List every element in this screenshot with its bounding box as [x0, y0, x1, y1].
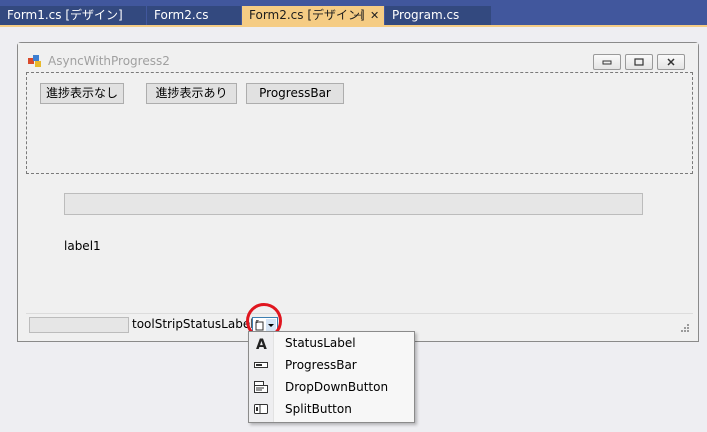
tab-form2-design[interactable]: Form2.cs [デザイン] ⊣ ✕ [242, 6, 384, 25]
menu-item-dropdown-button[interactable]: DropDownButton [249, 376, 414, 398]
add-item-menu: A StatusLabel ProgressBar DropDownButton… [248, 331, 415, 423]
status-progress-bar[interactable] [29, 317, 129, 333]
tab-label: Form2.cs [154, 8, 209, 22]
minimize-icon [602, 60, 612, 65]
tab-form2-code[interactable]: Form2.cs [147, 6, 241, 25]
status-label-icon: A [256, 337, 267, 350]
dropdown-button-icon [254, 381, 268, 393]
minimize-button[interactable] [593, 54, 621, 70]
pin-icon[interactable]: ⊣ [353, 6, 363, 25]
resize-grip-icon[interactable] [679, 322, 689, 332]
split-button-icon [254, 404, 268, 414]
button-panel[interactable]: 進捗表示なし 進捗表示あり ProgressBar [26, 72, 693, 174]
close-window-icon [667, 58, 675, 66]
progress-bar[interactable] [64, 193, 643, 215]
form-title: AsyncWithProgress2 [48, 54, 170, 68]
maximize-icon [634, 58, 644, 66]
tab-label: Form1.cs [デザイン] [7, 8, 123, 22]
form-app-icon [28, 55, 41, 67]
progressbar-button[interactable]: ProgressBar [246, 83, 344, 104]
menu-item-label: StatusLabel [285, 336, 356, 350]
label1[interactable]: label1 [64, 239, 101, 253]
svg-text:A: A [256, 337, 267, 350]
close-icon[interactable]: ✕ [370, 6, 379, 25]
menu-item-label: SplitButton [285, 402, 352, 416]
tab-label: Program.cs [392, 8, 460, 22]
menu-item-status-label[interactable]: A StatusLabel [249, 332, 414, 354]
close-window-button[interactable] [657, 54, 685, 70]
tab-form1-design[interactable]: Form1.cs [デザイン] [0, 6, 146, 25]
tab-program-code[interactable]: Program.cs [385, 6, 491, 25]
with-progress-button[interactable]: 進捗表示あり [146, 83, 237, 104]
status-label[interactable]: toolStripStatusLabel1 [132, 317, 261, 331]
menu-item-label: DropDownButton [285, 380, 389, 394]
document-tab-strip: Form1.cs [デザイン] Form2.cs Form2.cs [デザイン]… [0, 0, 707, 26]
maximize-button[interactable] [625, 54, 653, 70]
tab-label: Form2.cs [デザイン] [249, 8, 365, 22]
menu-item-split-button[interactable]: SplitButton [249, 398, 414, 420]
designed-form[interactable]: AsyncWithProgress2 進捗表示なし 進捗表示あり Progres… [17, 42, 699, 342]
menu-item-label: ProgressBar [285, 358, 357, 372]
progress-bar-icon [254, 362, 268, 368]
no-progress-button[interactable]: 進捗表示なし [40, 83, 124, 104]
menu-item-progress-bar[interactable]: ProgressBar [249, 354, 414, 376]
form-titlebar: AsyncWithProgress2 [18, 43, 698, 71]
